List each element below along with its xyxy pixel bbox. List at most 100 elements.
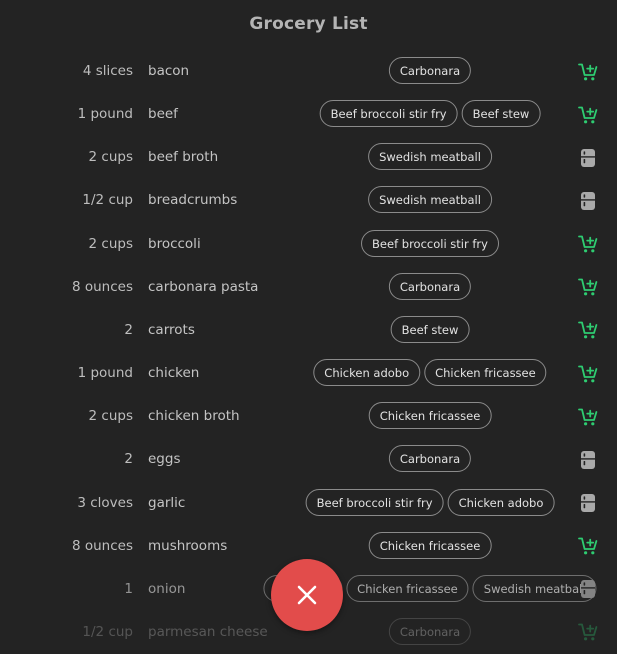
list-item: 2 cups broccoli Beef broccoli stir fry [0,223,617,266]
pantry-button[interactable] [577,449,598,470]
close-button[interactable] [271,559,343,631]
pantry-button[interactable] [577,190,598,211]
cart-icon [577,62,598,82]
item-quantity: 1 pound [77,106,133,123]
recipe-chips: Chicken adobo Chicken fricassee [313,359,547,387]
cart-icon [577,234,598,254]
recipe-chip[interactable]: Beef stew [390,315,470,343]
list-item: 1 pound chicken Chicken adobo Chicken frica… [0,352,617,395]
cart-icon [577,622,598,642]
item-quantity: 2 [124,451,133,468]
item-quantity: 1 pound [77,365,133,382]
add-to-cart-button[interactable] [577,234,598,255]
recipe-chip[interactable]: Chicken adobo [313,359,421,387]
recipe-chip[interactable]: Beef broccoli stir fry [361,229,499,257]
item-name: eggs [148,451,181,468]
cart-icon [577,364,598,384]
cart-icon [577,277,598,297]
cart-icon [577,407,598,427]
item-name: beef [148,106,178,123]
add-to-cart-button[interactable] [577,622,598,643]
recipe-chip[interactable]: Chicken adobo [447,488,555,516]
recipe-chips: Chicken fricassee [368,402,492,430]
recipe-chips: Chicken fricassee [368,531,492,559]
cart-icon [577,320,598,340]
cart-icon [577,536,598,556]
item-name: bacon [148,63,190,79]
pantry-button[interactable] [577,579,598,600]
list-item: 2 cups chicken broth Chicken fricassee [0,395,617,438]
add-to-cart-button[interactable] [577,320,598,341]
recipe-chips: Beef broccoli stir fry Chicken adobo [305,488,555,516]
list-item: 1/2 cup breadcrumbs Swedish meatball [0,179,617,222]
recipe-chips: Carbonara [388,57,472,84]
item-quantity: 2 cups [88,235,133,252]
item-quantity: 1/2 cup [82,192,133,209]
item-quantity: 3 cloves [77,494,133,511]
add-to-cart-button[interactable] [577,406,598,427]
list-item: 2 carrots Beef stew [0,309,617,352]
recipe-chips: Swedish meatball [368,143,492,171]
item-quantity: 4 slices [82,63,133,79]
recipe-chips: Beef broccoli stir fry Beef stew [319,100,541,128]
item-name: chicken broth [148,408,240,425]
add-to-cart-button[interactable] [577,277,598,298]
item-name: carbonara pasta [148,278,259,295]
add-to-cart-button[interactable] [577,61,598,82]
list-item: 8 ounces carbonara pasta Carbonara [0,266,617,309]
page-title: Grocery List [249,14,368,34]
pantry-icon [579,191,597,211]
item-quantity: 1 [124,580,133,597]
recipe-chip[interactable]: Carbonara [388,445,472,473]
recipe-chips: Carbonara [388,445,472,473]
recipe-chip[interactable]: Swedish meatball [368,186,492,214]
item-quantity: 8 ounces [71,537,133,554]
pantry-button[interactable] [577,147,598,168]
item-name: garlic [148,494,186,511]
recipe-chips: Carbonara [388,617,472,645]
item-quantity: 2 [124,321,133,338]
item-name: breadcrumbs [148,192,238,209]
item-name: mushrooms [148,537,228,554]
close-icon [297,585,317,605]
pantry-icon [579,148,597,168]
pantry-button[interactable] [577,493,598,514]
recipe-chips: Swedish meatball [368,186,492,214]
pantry-icon [579,493,597,513]
item-name: parmesan cheese [148,623,268,640]
pantry-icon [579,579,597,599]
add-to-cart-button[interactable] [577,536,598,557]
recipe-chip[interactable]: Chicken fricassee [368,531,492,559]
item-quantity: 2 cups [88,408,133,425]
recipe-chip[interactable]: Chicken fricassee [368,402,492,430]
cart-icon [577,105,598,125]
item-name: onion [148,580,186,597]
item-name: beef broth [148,149,219,166]
item-name: chicken [148,365,200,382]
recipe-chip[interactable]: Carbonara [388,272,472,300]
item-quantity: 8 ounces [71,278,133,295]
recipe-chip[interactable]: Chicken fricassee [424,359,547,387]
recipe-chip[interactable]: Beef stew [461,100,541,128]
recipe-chips: Beef broccoli stir fry [361,229,499,257]
add-to-cart-button[interactable] [577,104,598,125]
list-item: 3 cloves garlic Beef broccoli stir fry Chic… [0,482,617,525]
recipe-chip[interactable]: Swedish meatball [368,143,492,171]
pantry-icon [579,450,597,470]
item-name: carrots [148,321,195,338]
list-item: 2 cups beef broth Swedish meatball [0,136,617,179]
item-name: broccoli [148,235,201,252]
recipe-chip[interactable]: Beef broccoli stir fry [319,100,458,128]
recipe-chips: Carbonara [388,272,472,300]
list-item: 1 pound beef Beef broccoli stir fry Beef st… [0,93,617,136]
recipe-chip[interactable]: Chicken fricassee [346,574,469,602]
recipe-chip[interactable]: Beef broccoli stir fry [305,488,444,516]
add-to-cart-button[interactable] [577,363,598,384]
recipe-chips: Beef stew [390,315,470,343]
item-quantity: 2 cups [88,149,133,166]
recipe-chip[interactable]: Carbonara [388,57,472,84]
recipe-chip[interactable]: Carbonara [388,617,472,645]
item-quantity: 1/2 cup [82,623,133,640]
list-item: 2 eggs Carbonara [0,438,617,481]
list-item: 4 slices bacon Carbonara [0,50,617,93]
